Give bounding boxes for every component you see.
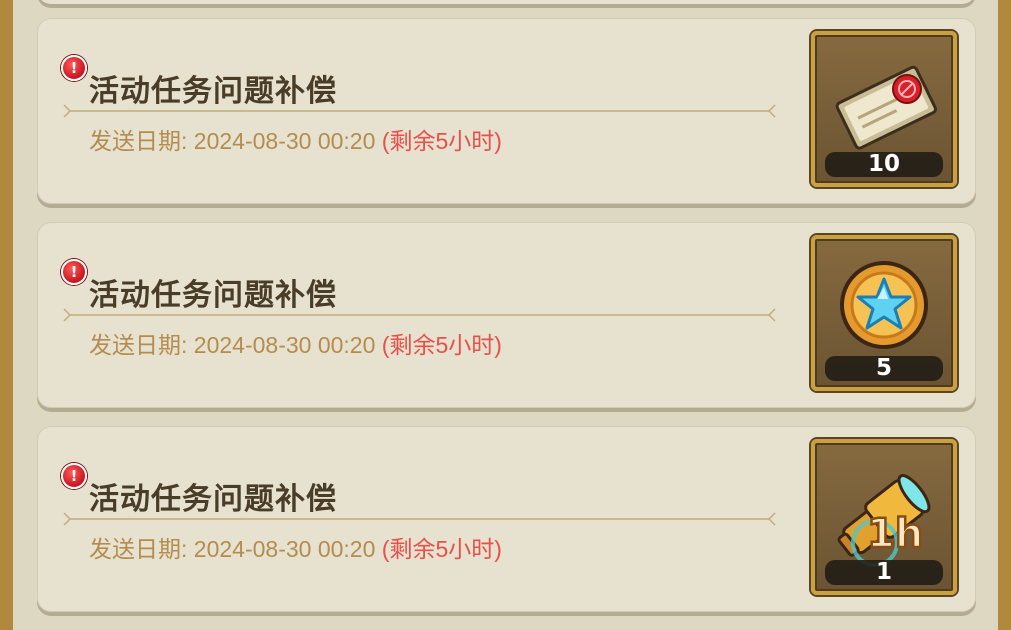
reward-count: 5 [825,356,943,381]
remaining-time: (剩余5小时) [381,128,502,154]
mail-card[interactable]: ! 活动任务问题补偿 发送日期: 2024-08-30 00:20 (剩余5小时… [37,222,976,408]
previous-mail-card-edge [37,0,976,4]
unread-alert-icon: ! [61,463,87,489]
send-date-value: 2024-08-30 00:20 [193,332,376,358]
send-date-line: 发送日期: 2024-08-30 00:20 (剩余5小时) [89,326,502,360]
duration-overlay-label: 1h [867,511,923,557]
reward-count: 1 [825,560,943,585]
frame-left-border [0,0,13,630]
reward-item-slot[interactable]: 5 [811,235,957,391]
reward-item-slot[interactable]: 1h 1 [811,439,957,595]
frame-right-border [998,0,1011,630]
divider-line [63,512,776,526]
mail-card[interactable]: ! 活动任务问题补偿 发送日期: 2024-08-30 00:20 (剩余5小时… [37,18,976,204]
unread-alert-icon: ! [61,259,87,285]
send-date-label: 发送日期: [89,332,188,358]
send-date-line: 发送日期: 2024-08-30 00:20 (剩余5小时) [89,530,502,564]
send-date-value: 2024-08-30 00:20 [193,128,376,154]
divider-line [63,104,776,118]
send-date-line: 发送日期: 2024-08-30 00:20 (剩余5小时) [89,122,502,156]
mail-card[interactable]: ! 活动任务问题补偿 发送日期: 2024-08-30 00:20 (剩余5小时… [37,426,976,612]
divider-line [63,308,776,322]
reward-count: 10 [825,152,943,177]
remaining-time: (剩余5小时) [381,536,502,562]
send-date-label: 发送日期: [89,128,188,154]
unread-alert-icon: ! [61,55,87,81]
send-date-value: 2024-08-30 00:20 [193,536,376,562]
send-date-label: 发送日期: [89,536,188,562]
remaining-time: (剩余5小时) [381,332,502,358]
reward-item-slot[interactable]: 10 [811,31,957,187]
